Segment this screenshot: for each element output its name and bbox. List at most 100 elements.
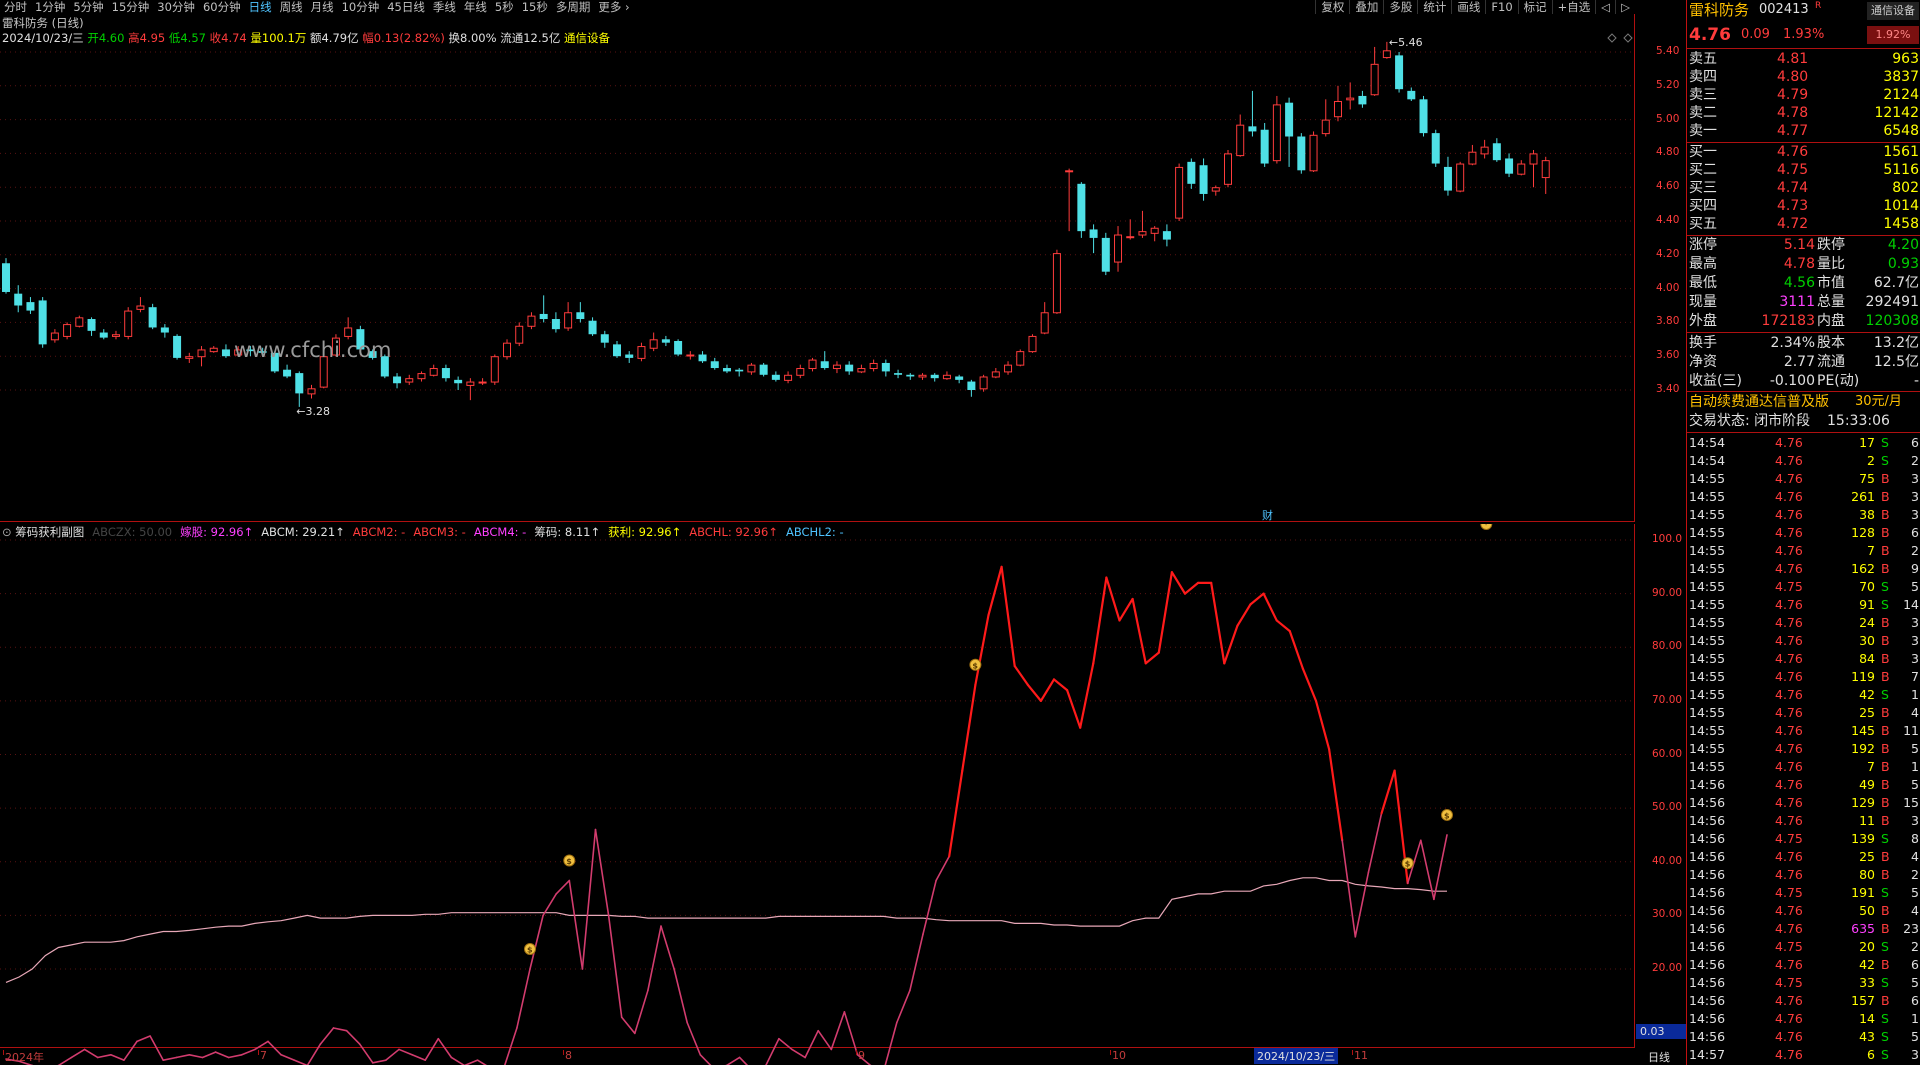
candle-body [173, 335, 182, 358]
candle-body [869, 362, 878, 370]
period-tab[interactable]: 多周期 [552, 0, 595, 14]
candle-body [38, 300, 47, 345]
candle-body [918, 374, 927, 378]
promo-link[interactable]: 自动续费通达信普及版 [1689, 393, 1829, 411]
toolbar-button[interactable]: ◁ [1595, 0, 1615, 14]
event-marker[interactable]: 财 [1262, 508, 1273, 522]
tick-price: 4.76 [1775, 705, 1803, 720]
tick-price: 4.76 [1775, 435, 1803, 450]
money-bag-glyph: $ [1483, 524, 1489, 526]
period-tab[interactable]: 月线 [307, 0, 338, 14]
tick-side: B [1881, 471, 1890, 486]
tick-price: 4.76 [1775, 597, 1803, 612]
tick-side: B [1881, 813, 1890, 828]
period-tab[interactable]: 年线 [460, 0, 491, 14]
period-tab[interactable]: 1分钟 [31, 0, 69, 14]
price-axis-label: 4.00 [1656, 281, 1680, 294]
date-axis-period[interactable]: 日线 [1648, 1049, 1670, 1065]
stat-label: 量比 [1817, 256, 1845, 272]
bid-volume: 1014 [1883, 198, 1919, 214]
period-tab[interactable]: 更多 › [594, 0, 633, 14]
candle-body [698, 354, 707, 362]
tick-side: B [1881, 543, 1890, 558]
price-axis-label: 5.20 [1656, 78, 1680, 91]
ask-volume: 6548 [1883, 123, 1919, 139]
toolbar-button[interactable]: 叠加 [1349, 0, 1383, 14]
period-tab[interactable]: 10分钟 [338, 0, 384, 14]
tick-count: 4 [1911, 903, 1919, 918]
toolbar-button[interactable]: 画线 [1451, 0, 1485, 14]
promo-row: 自动续费通达信普及版 30元/月 [1687, 393, 1920, 411]
period-tab[interactable]: 5分钟 [69, 0, 107, 14]
period-tab[interactable]: 15分钟 [108, 0, 154, 14]
tick-price: 4.76 [1775, 777, 1803, 792]
toolbar-button[interactable]: 多股 [1383, 0, 1417, 14]
tick-row: 14:55 4.76 7 B 1 [1687, 758, 1920, 776]
candle-body [747, 364, 756, 373]
period-tab[interactable]: 周线 [276, 0, 307, 14]
toolbar-button[interactable]: ▷ [1615, 0, 1635, 14]
bid-row: 买四 4.73 1014 [1687, 197, 1920, 215]
tick-price: 4.76 [1775, 1047, 1803, 1062]
tick-time: 14:55 [1689, 615, 1726, 630]
toolbar-button[interactable]: 标记 [1517, 0, 1552, 14]
period-tab[interactable]: 分时 [0, 0, 31, 14]
tick-volume: 157 [1851, 993, 1875, 1008]
indicator-name[interactable]: 筹码获利副图 [15, 525, 84, 539]
period-tab[interactable]: 季线 [429, 0, 460, 14]
tick-time: 14:55 [1689, 633, 1726, 648]
period-tab[interactable]: 5秒 [491, 0, 518, 14]
watermark: www.cfchi.com [234, 338, 392, 362]
indicator-menu-icon[interactable]: ⊙ [2, 525, 15, 539]
ask-label: 卖三 [1689, 87, 1717, 103]
tick-price: 4.76 [1775, 1029, 1803, 1044]
ask-label: 卖五 [1689, 51, 1717, 67]
tick-time: 14:57 [1689, 1047, 1726, 1062]
tick-side: B [1881, 561, 1890, 576]
candle-body [625, 354, 634, 358]
period-tab[interactable]: 60分钟 [199, 0, 245, 14]
toolbar-button[interactable]: 复权 [1315, 0, 1349, 14]
date-tick [3, 1050, 4, 1055]
toolbar-button[interactable]: F10 [1485, 0, 1517, 14]
sector-button[interactable]: 通信设备 [1867, 2, 1919, 20]
toolbar-button[interactable]: +自选 [1551, 0, 1596, 14]
candlestick-chart[interactable]: ←5.46 ←3.28 财 [0, 14, 1635, 522]
candle-body [1138, 231, 1147, 236]
tick-side: S [1881, 939, 1889, 954]
tick-row: 14:55 4.76 7 B 2 [1687, 542, 1920, 560]
tick-volume: 635 [1851, 921, 1875, 936]
toolbar-button[interactable]: 统计 [1417, 0, 1451, 14]
tick-row: 14:55 4.76 145 B 11 [1687, 722, 1920, 740]
tick-volume: 162 [1851, 561, 1875, 576]
tick-side: B [1881, 615, 1890, 630]
tick-volume: 80 [1859, 867, 1875, 882]
candle-body [1395, 55, 1404, 90]
bid-label: 买五 [1689, 216, 1717, 232]
stat-label: 最低 [1689, 275, 1717, 291]
period-tab[interactable]: 45日线 [383, 0, 429, 14]
stat-row: 最高 4.78 量比 0.93 [1687, 255, 1920, 273]
candle-body [1016, 351, 1025, 366]
info-close: 收4.74 [209, 31, 247, 45]
indicator-axis: 100.0 90.00 80.00 70.00 60.00 50.00 40.00 30.00… [1636, 524, 1686, 1054]
bid-volume: 1561 [1883, 144, 1919, 160]
tick-volume: 20 [1859, 939, 1875, 954]
candle-body [197, 349, 206, 358]
tick-time: 14:55 [1689, 597, 1726, 612]
tick-time: 14:55 [1689, 579, 1726, 594]
candle-body [1529, 153, 1538, 165]
indicator-background [0, 524, 1635, 1065]
stat-label: 内盘 [1817, 313, 1845, 329]
candle-body [1272, 104, 1281, 162]
candle-body [1431, 133, 1440, 164]
tick-volume: 6 [1867, 1047, 1875, 1062]
period-tab[interactable]: 日线 [245, 0, 276, 14]
stat-label: 净资 [1689, 354, 1717, 370]
period-tab[interactable]: 30分钟 [153, 0, 199, 14]
low-price-marker: ←3.28 [296, 405, 330, 418]
indicator-chart[interactable]: $ $ $ $ $ $ [0, 524, 1635, 1065]
period-tab[interactable]: 15秒 [518, 0, 552, 14]
tick-time: 14:56 [1689, 921, 1726, 936]
tick-time: 14:56 [1689, 885, 1726, 900]
